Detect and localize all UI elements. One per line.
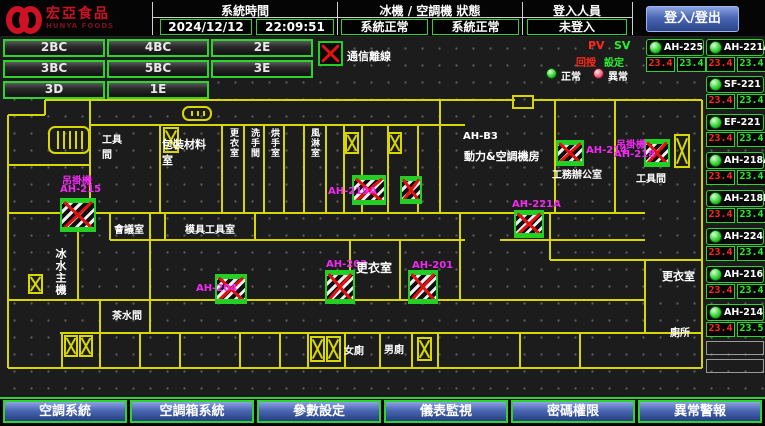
ahu-label: AH-219A [328,186,377,197]
menu-button-param-setting[interactable]: 參數設定 [257,400,381,423]
offline-ahu-icon-ah-203[interactable] [325,270,355,304]
room-label: 工具間 [636,170,666,185]
floorplan-walls [0,0,765,426]
stairs-icon [182,106,212,121]
room-label: 洗手間 [248,128,261,158]
room-label: 冰水主機 [52,248,68,296]
offline-ahu-icon-ah-221a[interactable] [514,210,544,238]
room-label: 工具間 [102,131,128,161]
menu-button-ac-system[interactable]: 空調系統 [3,400,127,423]
menu-button-ahu-system[interactable]: 空調箱系統 [130,400,254,423]
room-label: 男廁 [384,341,404,356]
menu-button-password-auth[interactable]: 密碼權限 [511,400,635,423]
room-label: 會議室 [114,221,144,236]
room-label: 更衣室 [227,128,240,158]
room-label: 模具工具室 [185,221,235,236]
shaft-icon [388,132,402,154]
room-label: 更衣室 [356,259,392,276]
hvac-scada-screen: 宏亞食品 HUNYA FOODS 系統時間 2024/12/12 22:09:5… [0,0,765,426]
room-label: 工務辦公室 [552,166,602,181]
room-label: AH-B3 [463,131,498,142]
ahu-label: AH-204 [196,283,237,294]
room-label: 包裝材料室 [162,136,208,168]
shaft-icon [79,335,93,357]
room-label: 風淋室 [308,128,321,158]
shaft-icon [64,335,78,357]
ahu-label: AH-201 [412,260,453,271]
shaft-icon [674,134,690,168]
offline-ahu-icon[interactable] [400,176,422,204]
room-label: 烘手室 [268,128,281,158]
shaft-icon [417,337,432,361]
shaft-icon [326,336,341,362]
menu-button-meter-monitor[interactable]: 儀表監視 [384,400,508,423]
shaft-icon [310,336,325,362]
room-label: 茶水間 [112,307,142,322]
shaft-icon [28,274,43,294]
ahu-label: AH-221A [512,199,561,210]
room-label: 更衣室 [662,268,695,284]
shaft-icon [345,132,359,154]
room-label: 動力&空調機房 [464,148,540,164]
offline-ahu-icon-ah-214[interactable] [556,140,584,166]
offline-ahu-icon-ah-201[interactable] [408,270,438,304]
ahu-label: AH-218 [614,149,655,160]
menu-button-alarm[interactable]: 異常警報 [638,400,762,423]
room-label: 女廁 [344,342,364,357]
room-label: 廁所 [670,324,690,339]
ahu-label: AH-215 [60,184,101,195]
offline-ahu-icon-ah-215[interactable] [60,198,96,232]
stairs-icon [48,126,90,154]
